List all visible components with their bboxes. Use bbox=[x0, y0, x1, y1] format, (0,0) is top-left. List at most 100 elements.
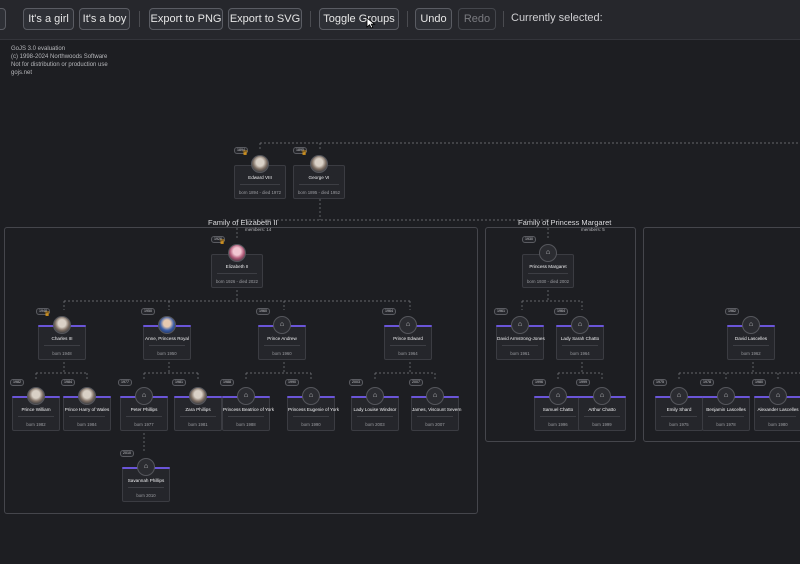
person-glyph-icon: ⌂ bbox=[775, 392, 781, 399]
person-photo bbox=[78, 387, 96, 405]
person-photo bbox=[53, 316, 71, 334]
toolbar-separator bbox=[139, 11, 140, 27]
card-divider bbox=[240, 184, 280, 185]
card-divider bbox=[228, 416, 264, 417]
person-dates: born 1960 bbox=[272, 351, 292, 356]
birth-year-badge: 1999 bbox=[576, 379, 590, 386]
person-silhouette-icon: ⌂ bbox=[302, 387, 320, 405]
person-name: Anne, Princess Royal bbox=[145, 336, 189, 341]
card-divider bbox=[528, 273, 568, 274]
person-glyph-icon: ⌂ bbox=[555, 392, 561, 399]
toolbar-separator bbox=[310, 11, 311, 27]
card-divider bbox=[760, 416, 796, 417]
person-name: Benjamin Lascelles bbox=[706, 407, 746, 412]
export-svg-button[interactable]: Export to SVG bbox=[228, 8, 302, 30]
person-glyph-icon: ⌂ bbox=[279, 321, 285, 328]
person-glyph-icon: ⌂ bbox=[676, 392, 682, 399]
person-glyph-icon: ⌂ bbox=[545, 249, 551, 256]
person-dates: born 1975 bbox=[669, 422, 689, 427]
card-divider bbox=[584, 416, 620, 417]
person-name: James, Viscount Severn bbox=[412, 407, 462, 412]
person-name: Princess Beatrice of York bbox=[223, 407, 275, 412]
birth-year-badge: 1961 bbox=[494, 308, 508, 315]
person-dates: born 1990 bbox=[301, 422, 321, 427]
person-dates: born 1962 bbox=[741, 351, 761, 356]
person-dates: born 1895 - died 1952 bbox=[297, 190, 341, 195]
toggle-groups-button[interactable]: Toggle Groups bbox=[319, 8, 399, 30]
birth-year-badge: 1978 bbox=[700, 379, 714, 386]
birth-year-badge: 1964 bbox=[382, 308, 396, 315]
group-margaret-count: members: 5 bbox=[581, 227, 605, 232]
person-silhouette-icon: ⌂ bbox=[511, 316, 529, 334]
redo-button[interactable]: Redo bbox=[458, 8, 496, 30]
person-glyph-icon: ⌂ bbox=[143, 463, 149, 470]
its-a-girl-button[interactable]: It's a girl bbox=[23, 8, 74, 30]
person-photo bbox=[310, 155, 328, 173]
person-glyph-icon: ⌂ bbox=[577, 321, 583, 328]
person-dates: born 1980 bbox=[768, 422, 788, 427]
toolbar-separator bbox=[407, 11, 408, 27]
birth-year-badge: 1960 bbox=[256, 308, 270, 315]
card-divider bbox=[733, 345, 769, 346]
card-divider bbox=[217, 273, 257, 274]
person-name: Princess Eugenie of York bbox=[288, 407, 340, 412]
person-name: Prince Harry of Wales bbox=[64, 407, 110, 412]
person-name: Prince William bbox=[21, 407, 51, 412]
person-name: Prince Edward bbox=[393, 336, 423, 341]
card-divider bbox=[44, 345, 80, 346]
person-dates: born 1930 - died 2002 bbox=[526, 279, 570, 284]
person-dates: born 1996 bbox=[548, 422, 568, 427]
person-silhouette-icon: ⌂ bbox=[426, 387, 444, 405]
card-divider bbox=[661, 416, 697, 417]
person-glyph-icon: ⌂ bbox=[723, 392, 729, 399]
partial-left-button[interactable] bbox=[0, 8, 6, 30]
person-silhouette-icon: ⌂ bbox=[717, 387, 735, 405]
card-divider bbox=[417, 416, 453, 417]
birth-year-badge: 1988 bbox=[220, 379, 234, 386]
person-name: Peter Phillips bbox=[130, 407, 158, 412]
family-tree-diagram[interactable]: Family of Elizabeth II members: 14 Famil… bbox=[0, 40, 800, 564]
person-name: Samuel Chatto bbox=[542, 407, 574, 412]
crown-icon: ♛ bbox=[242, 150, 249, 157]
birth-year-badge: 1982 bbox=[10, 379, 24, 386]
group-margaret-title: Family of Princess Margaret bbox=[518, 218, 612, 227]
card-divider bbox=[390, 345, 426, 346]
person-name: Alexander Lascelles bbox=[757, 407, 799, 412]
card-divider bbox=[357, 416, 393, 417]
birth-year-badge: 1930 bbox=[522, 236, 536, 243]
person-glyph-icon: ⌂ bbox=[517, 321, 523, 328]
person-photo bbox=[27, 387, 45, 405]
person-dates: born 1964 bbox=[398, 351, 418, 356]
person-name: Emily Shard bbox=[666, 407, 692, 412]
person-name: David Armstrong-Jones bbox=[497, 336, 545, 341]
person-name: Lady Sarah Chatto bbox=[560, 336, 600, 341]
person-dates: born 1894 - died 1972 bbox=[238, 190, 282, 195]
person-dates: born 1984 bbox=[77, 422, 97, 427]
person-dates: born 1926 - died 2022 bbox=[215, 279, 259, 284]
card-divider bbox=[502, 345, 538, 346]
person-dates: born 1988 bbox=[236, 422, 256, 427]
person-name: Savannah Phillips bbox=[127, 478, 165, 483]
person-dates: born 2003 bbox=[365, 422, 385, 427]
person-photo bbox=[158, 316, 176, 334]
person-dates: born 1982 bbox=[26, 422, 46, 427]
its-a-boy-button[interactable]: It's a boy bbox=[79, 8, 130, 30]
person-dates: born 2007 bbox=[425, 422, 445, 427]
person-silhouette-icon: ⌂ bbox=[539, 244, 557, 262]
birth-year-badge: 1964 bbox=[554, 308, 568, 315]
currently-selected-label: Currently selected: bbox=[511, 12, 603, 24]
export-png-button[interactable]: Export to PNG bbox=[149, 8, 223, 30]
birth-year-badge: 1981 bbox=[172, 379, 186, 386]
person-dates: born 1961 bbox=[510, 351, 530, 356]
person-glyph-icon: ⌂ bbox=[432, 392, 438, 399]
person-glyph-icon: ⌂ bbox=[599, 392, 605, 399]
person-glyph-icon: ⌂ bbox=[748, 321, 754, 328]
card-divider bbox=[708, 416, 744, 417]
group-elizabeth-count: members: 14 bbox=[245, 227, 272, 232]
undo-button[interactable]: Undo bbox=[415, 8, 452, 30]
birth-year-badge: 2010 bbox=[120, 450, 134, 457]
person-name: Edward VIII bbox=[248, 175, 272, 180]
person-photo bbox=[189, 387, 207, 405]
person-glyph-icon: ⌂ bbox=[243, 392, 249, 399]
person-silhouette-icon: ⌂ bbox=[399, 316, 417, 334]
